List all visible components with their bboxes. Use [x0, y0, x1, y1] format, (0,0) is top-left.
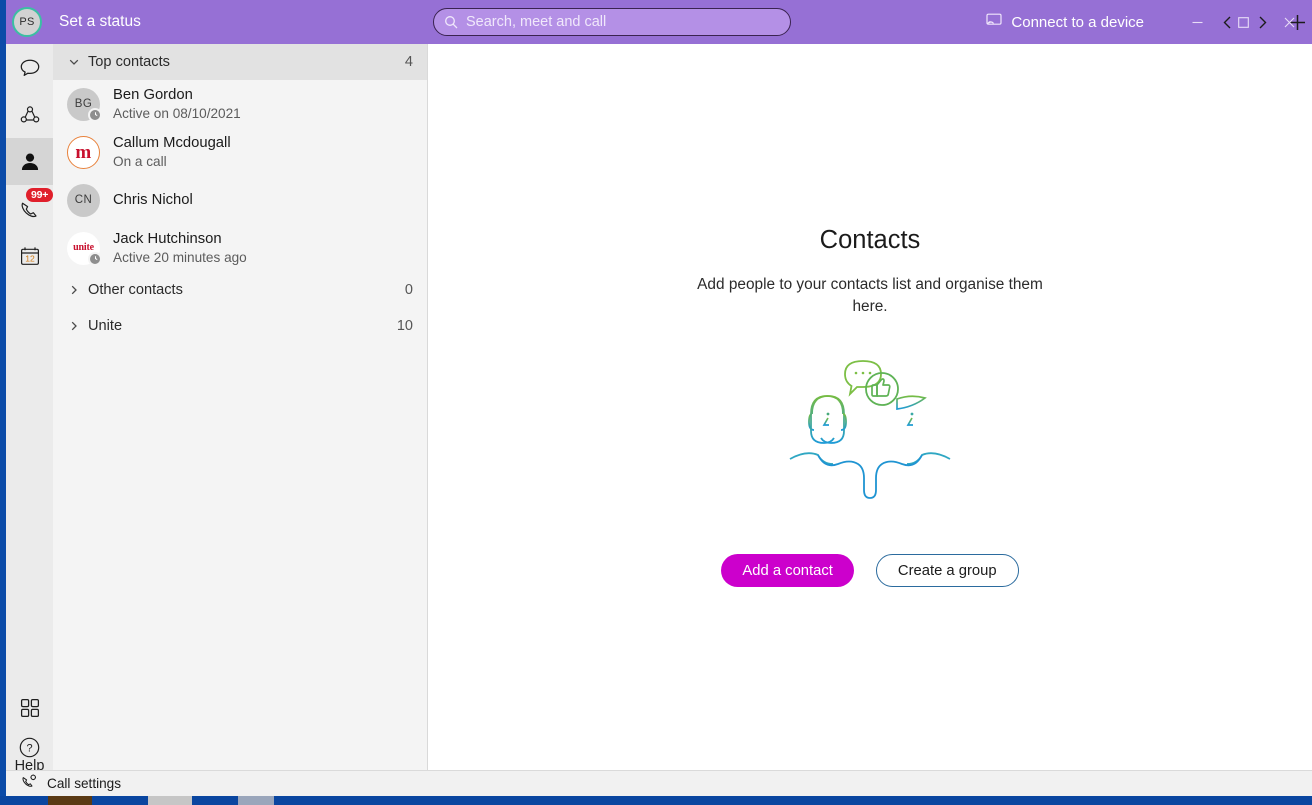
page-title: Contacts — [819, 226, 921, 254]
clock-icon — [88, 251, 102, 266]
group-count: 10 — [396, 318, 413, 334]
skype-window: PS Set a status Search, meet and call Co… — [0, 0, 1312, 805]
chevron-right-icon — [68, 320, 84, 332]
avatar: m — [67, 135, 100, 169]
chevron-down-icon — [68, 56, 84, 68]
svg-text:12: 12 — [25, 253, 35, 263]
sidebar-item-help[interactable]: ? — [6, 731, 53, 763]
list-item[interactable]: BG Ben Gordon Active on 08/10/2021 — [53, 80, 427, 128]
search-box[interactable] — [433, 8, 791, 36]
clock-icon — [88, 107, 102, 122]
contact-name: Jack Hutchinson — [113, 230, 222, 247]
sidebar-item-chat[interactable] — [6, 44, 53, 91]
list-item[interactable]: CN Chris Nichol — [53, 176, 427, 224]
group-title: Unite — [88, 318, 123, 334]
contacts-list-panel[interactable]: Top contacts 4 BG Ben Gordon Active on 0… — [53, 44, 428, 770]
taskbar-item[interactable] — [238, 796, 274, 805]
avatar: CN — [67, 183, 100, 217]
list-item[interactable]: unite Jack Hutchinson Active 20 minutes … — [53, 224, 427, 272]
list-item[interactable]: m Callum Mcdougall On a call — [53, 128, 427, 176]
two-people-chat-illustration — [785, 356, 955, 506]
call-settings-label: Call settings — [47, 776, 122, 791]
cast-icon — [986, 13, 1003, 31]
chat-bubble-icon — [20, 59, 39, 76]
page-subtitle: Add people to your contacts list and org… — [697, 276, 1043, 315]
search-container — [433, 8, 791, 36]
contacts-empty-state: Contacts Add people to your contacts lis… — [428, 44, 1312, 770]
sidebar-item-calls[interactable]: 99+ — [6, 185, 54, 232]
calls-unread-badge: 99+ — [26, 188, 54, 202]
question-circle-icon: ? — [19, 737, 40, 757]
call-settings-bar[interactable]: Call settings — [6, 770, 1312, 796]
maximize-button[interactable] — [1220, 0, 1266, 44]
close-button[interactable] — [1266, 0, 1312, 44]
contact-name: Ben Gordon — [113, 86, 193, 103]
rail-bottom-group: ? Help — [6, 684, 53, 774]
sidebar-item-meet[interactable] — [6, 91, 53, 138]
avatar-initials: BG — [74, 98, 93, 110]
call-settings-icon — [21, 774, 37, 794]
group-header-top-contacts[interactable]: Top contacts 4 — [53, 44, 427, 80]
group-title: Top contacts — [88, 54, 170, 70]
taskbar-item[interactable] — [48, 796, 92, 805]
minimize-icon — [1192, 21, 1202, 23]
avatar: BG — [67, 87, 102, 122]
group-count: 4 — [404, 54, 413, 70]
taskbar-item[interactable] — [148, 796, 192, 805]
my-avatar-initials: PS — [19, 16, 35, 28]
group-title: Other contacts — [88, 282, 183, 298]
svg-text:?: ? — [26, 742, 32, 754]
minimize-button[interactable] — [1174, 0, 1220, 44]
sidebar-item-apps[interactable] — [6, 684, 53, 731]
apps-grid-icon — [20, 698, 39, 717]
avatar-initials: CN — [74, 194, 93, 206]
contact-text: Jack Hutchinson Active 20 minutes ago — [113, 230, 247, 267]
connect-to-device-label: Connect to a device — [1011, 13, 1144, 31]
empty-state-actions: Add a contact Create a group — [721, 554, 1019, 587]
connect-to-device-button[interactable]: Connect to a device — [986, 0, 1144, 44]
left-nav-rail: 99+ 12 ? Help — [6, 44, 54, 788]
contact-status: On a call — [113, 153, 167, 169]
calendar-icon: 12 — [20, 246, 39, 265]
contact-text: Ben Gordon Active on 08/10/2021 — [113, 86, 241, 123]
contact-text: Chris Nichol — [113, 191, 193, 210]
contact-name: Chris Nichol — [113, 191, 193, 208]
add-a-contact-button[interactable]: Add a contact — [721, 554, 854, 587]
my-avatar[interactable]: PS — [12, 7, 42, 37]
chevron-right-icon — [68, 284, 84, 296]
unite-logo-icon: unite — [73, 242, 94, 253]
group-header-other-contacts[interactable]: Other contacts 0 — [53, 272, 427, 308]
sidebar-item-contacts[interactable] — [6, 138, 53, 185]
contact-status: Active on 08/10/2021 — [113, 105, 241, 121]
meet-now-icon — [20, 105, 39, 122]
contact-status: Active 20 minutes ago — [113, 249, 247, 265]
company-logo-m-icon: m — [75, 142, 92, 163]
window-controls — [1174, 0, 1312, 44]
os-taskbar[interactable] — [0, 796, 1312, 805]
set-status-button[interactable]: Set a status — [59, 13, 141, 31]
group-header-unite[interactable]: Unite 10 — [53, 308, 427, 344]
title-bar: PS Set a status Search, meet and call Co… — [6, 0, 1312, 44]
close-icon — [1284, 17, 1294, 27]
contact-name: Callum Mcdougall — [113, 134, 231, 151]
maximize-icon — [1237, 16, 1249, 28]
group-count: 0 — [404, 282, 413, 298]
avatar: unite — [67, 231, 102, 266]
sidebar-item-calendar[interactable]: 12 — [6, 232, 53, 279]
contact-text: Callum Mcdougall On a call — [113, 134, 231, 171]
create-a-group-button[interactable]: Create a group — [875, 554, 1019, 587]
person-icon — [21, 153, 38, 170]
search-input[interactable] — [466, 14, 780, 30]
search-icon — [444, 15, 458, 29]
